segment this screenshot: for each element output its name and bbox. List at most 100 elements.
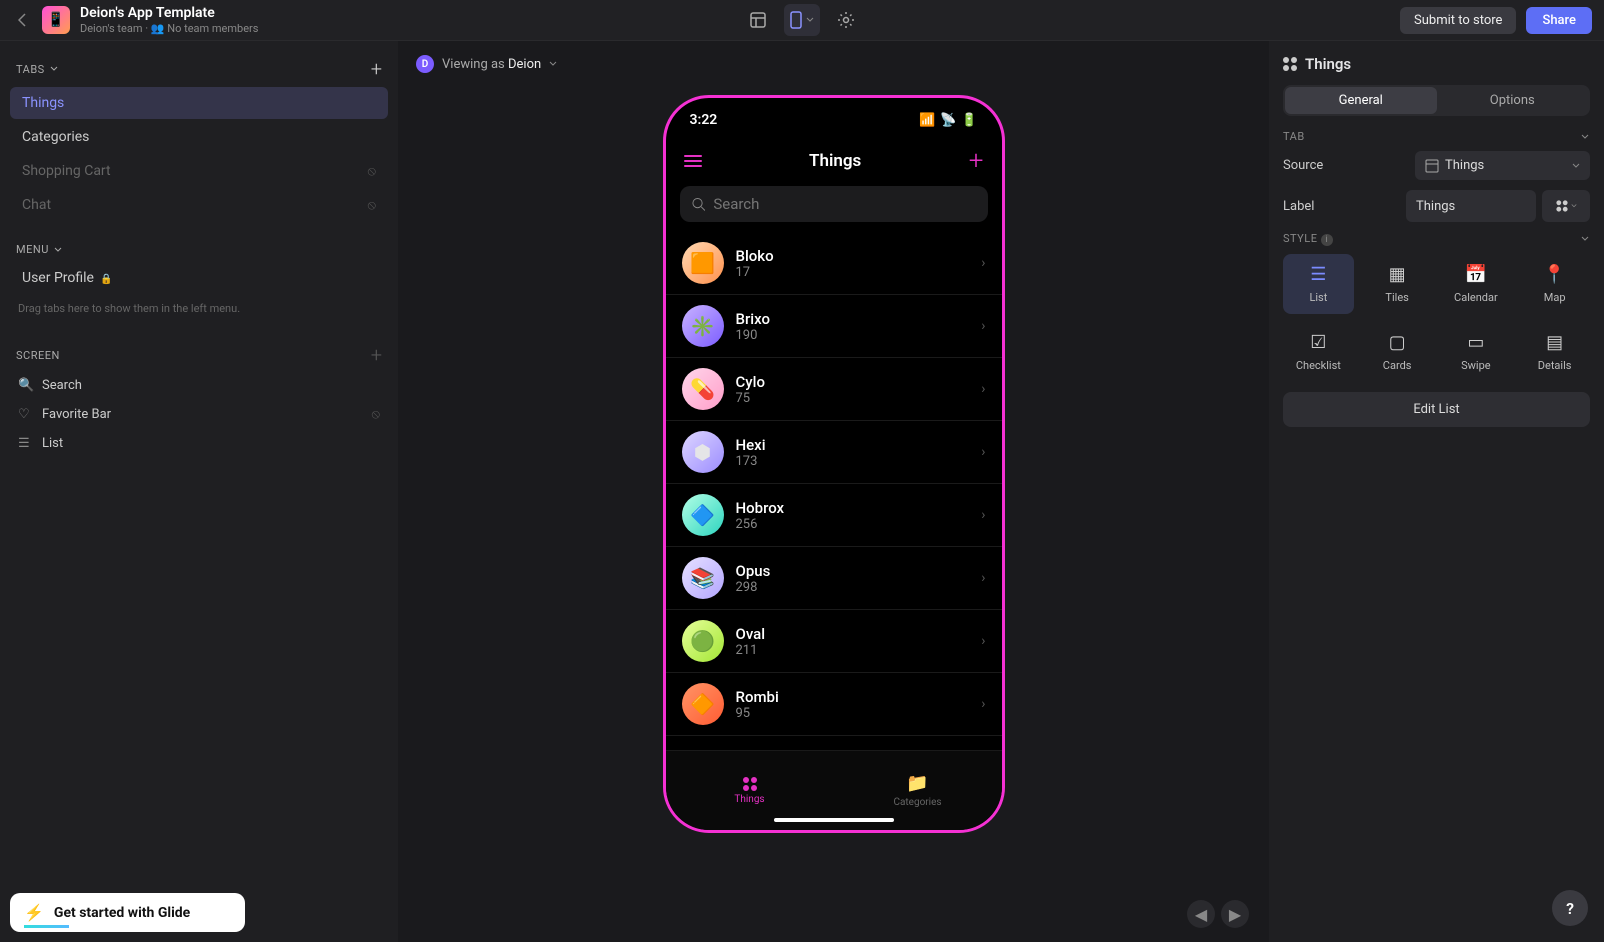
item-avatar: ✳️ xyxy=(682,305,724,347)
table-icon xyxy=(1425,159,1439,173)
list-item[interactable]: 🔷 Hobrox 256 › xyxy=(666,484,1002,547)
search-input[interactable] xyxy=(713,195,975,213)
style-cards[interactable]: ▢Cards xyxy=(1362,322,1433,382)
screen-item-favorite-bar[interactable]: ♡Favorite Bar⦸ xyxy=(6,400,392,429)
style-section-header[interactable]: STYLE i xyxy=(1283,232,1590,246)
tab-options[interactable]: Options xyxy=(1437,87,1589,114)
list-item[interactable]: ✳️ Brixo 190 › xyxy=(666,295,1002,358)
topbar: 📱 Deion's App Template Deion's team · 👥 … xyxy=(0,0,1604,41)
inspector-title: Things xyxy=(1283,55,1590,73)
get-started-card[interactable]: ⚡ Get started with Glide xyxy=(10,893,245,932)
chevron-down-icon xyxy=(1580,234,1590,244)
sidebar-tab-shopping-cart[interactable]: Shopping Cart⦸ xyxy=(10,155,388,187)
item-count: 190 xyxy=(736,328,982,343)
hidden-icon: ⦸ xyxy=(368,198,376,213)
battery-icon: 🔋 xyxy=(961,113,977,128)
screen-item-list[interactable]: ☰List xyxy=(6,429,392,458)
chevron-down-icon xyxy=(50,65,58,73)
list-item[interactable]: ⬢ Hexi 173 › xyxy=(666,421,1002,484)
list-item[interactable]: 💊 Cylo 75 › xyxy=(666,358,1002,421)
chevron-right-icon: › xyxy=(981,255,985,271)
menu-section-label[interactable]: MENU xyxy=(16,243,62,256)
status-time: 3:22 xyxy=(690,112,718,128)
list-item[interactable]: 🟢 Oval 211 › xyxy=(666,610,1002,673)
list-item[interactable]: 📚 Opus 298 › xyxy=(666,547,1002,610)
item-name: Brixo xyxy=(736,310,982,328)
source-select[interactable]: Things xyxy=(1415,151,1590,180)
redo-button[interactable]: ▶ xyxy=(1221,900,1249,928)
right-panel: Things General Options TAB Source Things… xyxy=(1269,41,1604,942)
chevron-right-icon: › xyxy=(981,633,985,649)
item-name: Rombi xyxy=(736,688,982,706)
item-name: Cylo xyxy=(736,373,982,391)
details-icon: ▤ xyxy=(1546,332,1563,353)
edit-list-button[interactable]: Edit List xyxy=(1283,392,1590,427)
hamburger-button[interactable] xyxy=(684,155,702,167)
list-item[interactable]: 🟧 Bloko 17 › xyxy=(666,232,1002,295)
style-list[interactable]: ☰List xyxy=(1283,254,1354,314)
item-avatar: 🔷 xyxy=(682,494,724,536)
menu-item-user-profile[interactable]: User Profile🔒 xyxy=(10,262,388,294)
phone-view-button[interactable] xyxy=(784,4,820,36)
submit-button[interactable]: Submit to store xyxy=(1400,7,1516,34)
swipe-icon: ▭ xyxy=(1467,332,1484,353)
viewing-as-selector[interactable]: D Viewing as Deion xyxy=(398,41,575,87)
item-name: Oval xyxy=(736,625,982,643)
phone-tabbar: Things📁Categories xyxy=(666,750,1002,830)
undo-redo-controls: ◀ ▶ xyxy=(1187,900,1249,928)
chevron-right-icon: › xyxy=(981,381,985,397)
back-button[interactable] xyxy=(12,10,32,30)
tiles-icon: ▦ xyxy=(1389,264,1406,285)
left-panel: TABS + ThingsCategoriesShopping Cart⦸Cha… xyxy=(0,41,398,942)
bolt-icon: ⚡ xyxy=(24,903,44,922)
sidebar-tab-categories[interactable]: Categories xyxy=(10,121,388,153)
label-input[interactable] xyxy=(1406,190,1536,222)
item-name: Hobrox xyxy=(736,499,982,517)
hidden-icon: ⦸ xyxy=(372,407,380,422)
data-view-button[interactable] xyxy=(740,4,776,36)
add-item-button[interactable]: + xyxy=(969,146,984,176)
signal-icon: 📶 xyxy=(919,113,935,128)
item-count: 173 xyxy=(736,454,982,469)
chevron-right-icon: › xyxy=(981,696,985,712)
tab-section-header[interactable]: TAB xyxy=(1283,130,1590,143)
share-button[interactable]: Share xyxy=(1526,7,1592,34)
inspector-tabs: General Options xyxy=(1283,85,1590,116)
list-item[interactable]: 🔶 Rombi 95 › xyxy=(666,673,1002,736)
item-count: 211 xyxy=(736,643,982,658)
label-icon-picker[interactable] xyxy=(1542,190,1590,222)
sidebar-tab-chat[interactable]: Chat⦸ xyxy=(10,189,388,221)
style-calendar[interactable]: 📅Calendar xyxy=(1441,254,1512,314)
item-count: 298 xyxy=(736,580,982,595)
search-bar[interactable] xyxy=(680,186,988,222)
list-icon: ☰ xyxy=(18,436,32,451)
undo-button[interactable]: ◀ xyxy=(1187,900,1215,928)
screen-item-search[interactable]: 🔍Search xyxy=(6,371,392,400)
style-swipe[interactable]: ▭Swipe xyxy=(1441,322,1512,382)
style-map[interactable]: 📍Map xyxy=(1519,254,1590,314)
item-count: 75 xyxy=(736,391,982,406)
style-tiles[interactable]: ▦Tiles xyxy=(1362,254,1433,314)
sidebar-tab-things[interactable]: Things xyxy=(10,87,388,119)
screen-title: Things xyxy=(809,151,861,171)
home-indicator xyxy=(774,818,894,822)
add-screen-button[interactable]: + xyxy=(371,343,382,367)
tab-general[interactable]: General xyxy=(1285,87,1437,114)
tiles-icon xyxy=(743,777,757,791)
label-label: Label xyxy=(1283,199,1314,214)
help-button[interactable]: ? xyxy=(1552,890,1588,926)
hidden-icon: ⦸ xyxy=(368,164,376,179)
list-icon: ☰ xyxy=(1310,264,1326,285)
item-avatar: 🟧 xyxy=(682,242,724,284)
style-details[interactable]: ▤Details xyxy=(1519,322,1590,382)
add-tab-button[interactable]: + xyxy=(371,57,382,81)
item-avatar: 🔶 xyxy=(682,683,724,725)
item-name: Opus xyxy=(736,562,982,580)
item-avatar: 📚 xyxy=(682,557,724,599)
map-icon: 📍 xyxy=(1543,264,1565,285)
tabs-section-label[interactable]: TABS xyxy=(16,63,58,76)
chevron-right-icon: › xyxy=(981,507,985,523)
settings-button[interactable] xyxy=(828,4,864,36)
style-checklist[interactable]: ☑Checklist xyxy=(1283,322,1354,382)
search-icon: 🔍 xyxy=(18,378,32,393)
